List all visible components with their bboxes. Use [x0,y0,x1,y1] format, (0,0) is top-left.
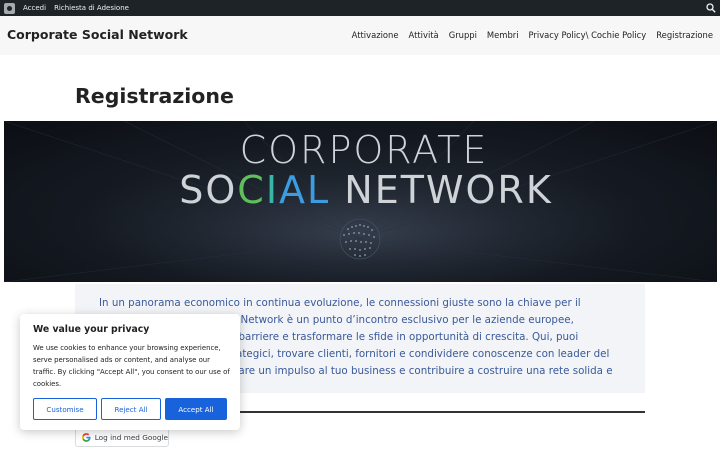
site-title[interactable]: Corporate Social Network [7,27,188,42]
hero-line-2-al: AL [279,168,330,212]
hero-line-2-so: SO [179,168,237,212]
hero-line-2-i: I [266,168,279,212]
hero-line-2-c: C [237,168,266,212]
main-nav: Attivazione Attività Gruppi Membri Priva… [342,30,713,40]
google-login-label: Log ind med Google [94,432,168,442]
cookie-customise-button[interactable]: Customise [33,398,97,420]
hero-banner-image: CORPORATE SOCIAL NETWORK [4,121,717,282]
hero-line-1: CORPORATE [240,128,489,172]
nav-item-attivita[interactable]: Attività [409,30,439,40]
cookie-reject-button[interactable]: Reject All [101,398,161,420]
admin-bar-membership-request[interactable]: Richiesta di Adesione [54,0,129,16]
google-icon [82,432,91,442]
nav-item-attivazione[interactable]: Attivazione [352,30,399,40]
page-title: Registrazione [75,84,234,108]
cookie-consent-banner: We value your privacy We use cookies to … [20,314,240,430]
search-icon[interactable] [706,3,716,13]
hero-line-2: SOCIAL NETWORK [179,168,553,212]
admin-bar-login[interactable]: Accedi [23,0,46,16]
hero-banner: CORPORATE SOCIAL NETWORK [4,121,717,282]
site-header: Corporate Social Network Attivazione Att… [0,16,720,55]
nav-item-registrazione[interactable]: Registrazione [656,30,713,40]
nav-item-privacy-policy[interactable]: Privacy Policy\ Cochie Policy [529,30,647,40]
cookie-text: We use cookies to enhance your browsing … [33,344,230,388]
admin-bar: Accedi Richiesta di Adesione [0,0,720,16]
cookie-accept-button[interactable]: Accept All [165,398,227,420]
google-login-button[interactable]: Log ind med Google [75,427,169,447]
nav-item-membri[interactable]: Membri [487,30,519,40]
hero-line-2-network: NETWORK [330,168,553,212]
nav-item-gruppi[interactable]: Gruppi [449,30,477,40]
wordpress-logo-icon[interactable] [4,2,15,14]
cookie-title: We value your privacy [33,324,150,335]
